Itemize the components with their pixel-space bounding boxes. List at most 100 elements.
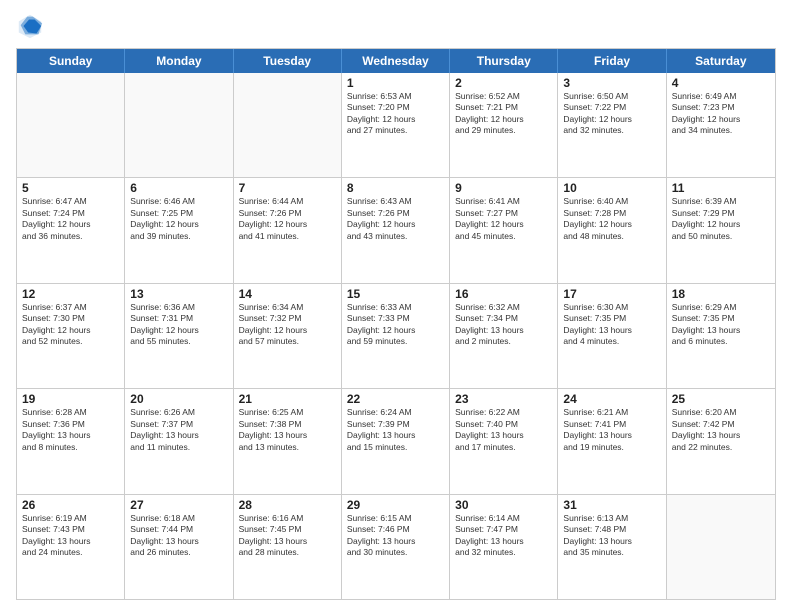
day-number: 28 (239, 498, 336, 512)
page: SundayMondayTuesdayWednesdayThursdayFrid… (0, 0, 792, 612)
day-headers: SundayMondayTuesdayWednesdayThursdayFrid… (17, 49, 775, 73)
day-info: Sunrise: 6:20 AM Sunset: 7:42 PM Dayligh… (672, 407, 770, 453)
logo-icon (16, 12, 44, 40)
day-number: 10 (563, 181, 660, 195)
day-info: Sunrise: 6:25 AM Sunset: 7:38 PM Dayligh… (239, 407, 336, 453)
weeks: 1Sunrise: 6:53 AM Sunset: 7:20 PM Daylig… (17, 73, 775, 599)
day-info: Sunrise: 6:32 AM Sunset: 7:34 PM Dayligh… (455, 302, 552, 348)
week-row-2: 12Sunrise: 6:37 AM Sunset: 7:30 PM Dayli… (17, 284, 775, 389)
day-info: Sunrise: 6:40 AM Sunset: 7:28 PM Dayligh… (563, 196, 660, 242)
week-row-0: 1Sunrise: 6:53 AM Sunset: 7:20 PM Daylig… (17, 73, 775, 178)
day-number: 30 (455, 498, 552, 512)
day-info: Sunrise: 6:30 AM Sunset: 7:35 PM Dayligh… (563, 302, 660, 348)
day-info: Sunrise: 6:33 AM Sunset: 7:33 PM Dayligh… (347, 302, 444, 348)
day-cell-16: 16Sunrise: 6:32 AM Sunset: 7:34 PM Dayli… (450, 284, 558, 388)
day-number: 13 (130, 287, 227, 301)
day-info: Sunrise: 6:29 AM Sunset: 7:35 PM Dayligh… (672, 302, 770, 348)
day-cell-23: 23Sunrise: 6:22 AM Sunset: 7:40 PM Dayli… (450, 389, 558, 493)
day-cell-21: 21Sunrise: 6:25 AM Sunset: 7:38 PM Dayli… (234, 389, 342, 493)
day-info: Sunrise: 6:15 AM Sunset: 7:46 PM Dayligh… (347, 513, 444, 559)
day-cell-5: 5Sunrise: 6:47 AM Sunset: 7:24 PM Daylig… (17, 178, 125, 282)
day-number: 12 (22, 287, 119, 301)
day-cell-31: 31Sunrise: 6:13 AM Sunset: 7:48 PM Dayli… (558, 495, 666, 599)
day-number: 1 (347, 76, 444, 90)
day-cell-11: 11Sunrise: 6:39 AM Sunset: 7:29 PM Dayli… (667, 178, 775, 282)
day-info: Sunrise: 6:34 AM Sunset: 7:32 PM Dayligh… (239, 302, 336, 348)
empty-cell (234, 73, 342, 177)
day-header-friday: Friday (558, 49, 666, 73)
week-row-4: 26Sunrise: 6:19 AM Sunset: 7:43 PM Dayli… (17, 495, 775, 599)
day-info: Sunrise: 6:19 AM Sunset: 7:43 PM Dayligh… (22, 513, 119, 559)
day-info: Sunrise: 6:36 AM Sunset: 7:31 PM Dayligh… (130, 302, 227, 348)
day-info: Sunrise: 6:37 AM Sunset: 7:30 PM Dayligh… (22, 302, 119, 348)
day-cell-2: 2Sunrise: 6:52 AM Sunset: 7:21 PM Daylig… (450, 73, 558, 177)
day-cell-14: 14Sunrise: 6:34 AM Sunset: 7:32 PM Dayli… (234, 284, 342, 388)
day-cell-8: 8Sunrise: 6:43 AM Sunset: 7:26 PM Daylig… (342, 178, 450, 282)
day-number: 2 (455, 76, 552, 90)
week-row-1: 5Sunrise: 6:47 AM Sunset: 7:24 PM Daylig… (17, 178, 775, 283)
day-number: 5 (22, 181, 119, 195)
day-cell-19: 19Sunrise: 6:28 AM Sunset: 7:36 PM Dayli… (17, 389, 125, 493)
day-number: 19 (22, 392, 119, 406)
day-number: 3 (563, 76, 660, 90)
day-info: Sunrise: 6:21 AM Sunset: 7:41 PM Dayligh… (563, 407, 660, 453)
day-number: 26 (22, 498, 119, 512)
empty-cell (17, 73, 125, 177)
day-header-tuesday: Tuesday (234, 49, 342, 73)
day-cell-9: 9Sunrise: 6:41 AM Sunset: 7:27 PM Daylig… (450, 178, 558, 282)
day-header-thursday: Thursday (450, 49, 558, 73)
day-number: 6 (130, 181, 227, 195)
day-info: Sunrise: 6:41 AM Sunset: 7:27 PM Dayligh… (455, 196, 552, 242)
day-header-sunday: Sunday (17, 49, 125, 73)
empty-cell (125, 73, 233, 177)
day-cell-17: 17Sunrise: 6:30 AM Sunset: 7:35 PM Dayli… (558, 284, 666, 388)
day-info: Sunrise: 6:18 AM Sunset: 7:44 PM Dayligh… (130, 513, 227, 559)
day-info: Sunrise: 6:44 AM Sunset: 7:26 PM Dayligh… (239, 196, 336, 242)
day-number: 18 (672, 287, 770, 301)
day-number: 15 (347, 287, 444, 301)
day-cell-27: 27Sunrise: 6:18 AM Sunset: 7:44 PM Dayli… (125, 495, 233, 599)
day-cell-18: 18Sunrise: 6:29 AM Sunset: 7:35 PM Dayli… (667, 284, 775, 388)
day-number: 31 (563, 498, 660, 512)
day-number: 4 (672, 76, 770, 90)
day-info: Sunrise: 6:28 AM Sunset: 7:36 PM Dayligh… (22, 407, 119, 453)
calendar: SundayMondayTuesdayWednesdayThursdayFrid… (16, 48, 776, 600)
day-cell-6: 6Sunrise: 6:46 AM Sunset: 7:25 PM Daylig… (125, 178, 233, 282)
day-number: 17 (563, 287, 660, 301)
day-number: 25 (672, 392, 770, 406)
empty-cell (667, 495, 775, 599)
day-info: Sunrise: 6:46 AM Sunset: 7:25 PM Dayligh… (130, 196, 227, 242)
day-number: 21 (239, 392, 336, 406)
day-info: Sunrise: 6:47 AM Sunset: 7:24 PM Dayligh… (22, 196, 119, 242)
day-info: Sunrise: 6:43 AM Sunset: 7:26 PM Dayligh… (347, 196, 444, 242)
day-number: 8 (347, 181, 444, 195)
day-cell-15: 15Sunrise: 6:33 AM Sunset: 7:33 PM Dayli… (342, 284, 450, 388)
day-cell-1: 1Sunrise: 6:53 AM Sunset: 7:20 PM Daylig… (342, 73, 450, 177)
day-info: Sunrise: 6:22 AM Sunset: 7:40 PM Dayligh… (455, 407, 552, 453)
day-cell-29: 29Sunrise: 6:15 AM Sunset: 7:46 PM Dayli… (342, 495, 450, 599)
day-number: 23 (455, 392, 552, 406)
day-number: 27 (130, 498, 227, 512)
day-cell-13: 13Sunrise: 6:36 AM Sunset: 7:31 PM Dayli… (125, 284, 233, 388)
day-header-wednesday: Wednesday (342, 49, 450, 73)
day-info: Sunrise: 6:14 AM Sunset: 7:47 PM Dayligh… (455, 513, 552, 559)
header (16, 12, 776, 40)
day-number: 11 (672, 181, 770, 195)
day-info: Sunrise: 6:39 AM Sunset: 7:29 PM Dayligh… (672, 196, 770, 242)
day-info: Sunrise: 6:52 AM Sunset: 7:21 PM Dayligh… (455, 91, 552, 137)
logo (16, 12, 48, 40)
day-cell-12: 12Sunrise: 6:37 AM Sunset: 7:30 PM Dayli… (17, 284, 125, 388)
day-cell-22: 22Sunrise: 6:24 AM Sunset: 7:39 PM Dayli… (342, 389, 450, 493)
day-cell-10: 10Sunrise: 6:40 AM Sunset: 7:28 PM Dayli… (558, 178, 666, 282)
day-info: Sunrise: 6:49 AM Sunset: 7:23 PM Dayligh… (672, 91, 770, 137)
day-info: Sunrise: 6:26 AM Sunset: 7:37 PM Dayligh… (130, 407, 227, 453)
day-cell-30: 30Sunrise: 6:14 AM Sunset: 7:47 PM Dayli… (450, 495, 558, 599)
day-info: Sunrise: 6:50 AM Sunset: 7:22 PM Dayligh… (563, 91, 660, 137)
day-number: 20 (130, 392, 227, 406)
day-cell-4: 4Sunrise: 6:49 AM Sunset: 7:23 PM Daylig… (667, 73, 775, 177)
day-cell-3: 3Sunrise: 6:50 AM Sunset: 7:22 PM Daylig… (558, 73, 666, 177)
day-info: Sunrise: 6:24 AM Sunset: 7:39 PM Dayligh… (347, 407, 444, 453)
day-number: 9 (455, 181, 552, 195)
day-number: 22 (347, 392, 444, 406)
day-number: 14 (239, 287, 336, 301)
